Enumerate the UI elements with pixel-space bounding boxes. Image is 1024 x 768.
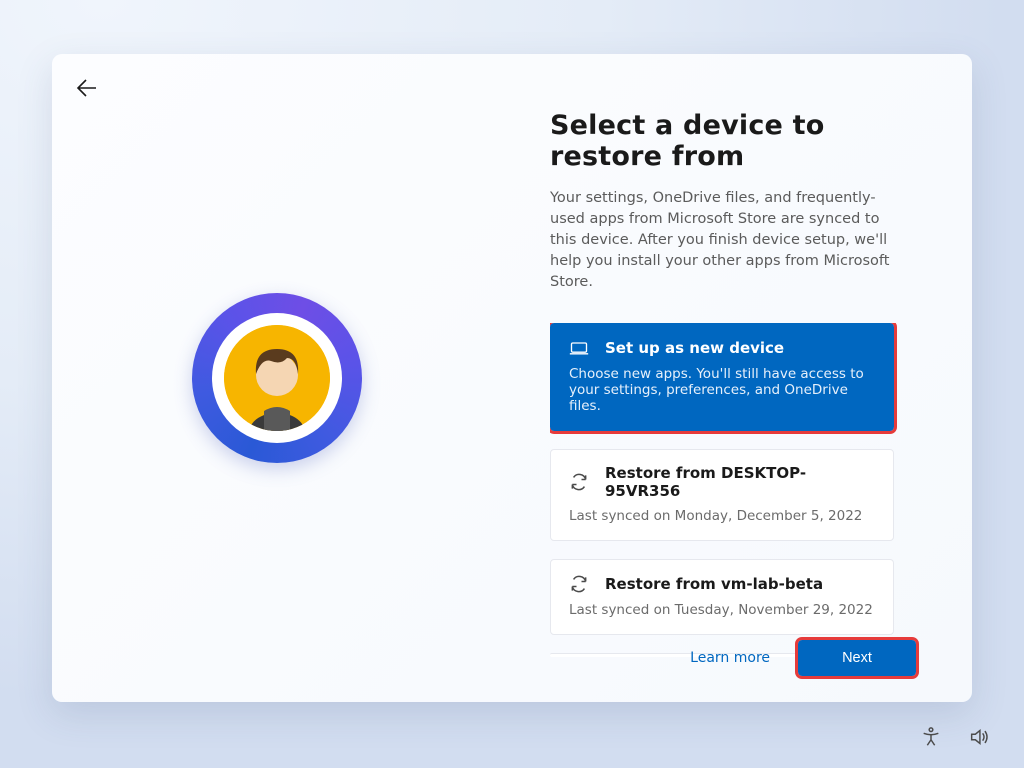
avatar-icon	[224, 325, 330, 431]
accessibility-icon[interactable]	[920, 726, 942, 748]
taskbar-icons	[920, 726, 990, 748]
content-pane: Select a device to restore from Your set…	[502, 54, 972, 702]
sync-icon	[569, 472, 589, 492]
option-subtitle: Last synced on Tuesday, November 29, 202…	[569, 602, 875, 618]
oobe-card: Select a device to restore from Your set…	[52, 54, 972, 702]
option-title: Set up as new device	[605, 339, 784, 357]
option-subtitle: Last synced on Monday, December 5, 2022	[569, 508, 875, 524]
device-icon	[569, 338, 589, 358]
option-subtitle: Choose new apps. You'll still have acces…	[569, 366, 875, 414]
next-button[interactable]: Next	[798, 640, 916, 676]
option-restore-vm[interactable]: Restore from vm-lab-beta Last synced on …	[550, 559, 894, 635]
volume-icon[interactable]	[968, 726, 990, 748]
option-title: Restore from DESKTOP-95VR356	[605, 464, 875, 500]
option-restore-desktop[interactable]: Restore from DESKTOP-95VR356 Last synced…	[550, 449, 894, 541]
avatar-ring	[192, 293, 362, 463]
page-subtitle: Your settings, OneDrive files, and frequ…	[550, 188, 890, 293]
footer: Learn more Next	[502, 640, 972, 676]
learn-more-link[interactable]: Learn more	[690, 650, 770, 666]
option-title: Restore from vm-lab-beta	[605, 575, 823, 593]
page-title: Select a device to restore from	[550, 110, 910, 172]
option-new-device[interactable]: Set up as new device Choose new apps. Yo…	[550, 323, 894, 431]
illustration-pane	[52, 54, 502, 702]
device-options-list[interactable]: Set up as new device Choose new apps. Yo…	[550, 323, 910, 659]
back-button[interactable]	[74, 76, 98, 100]
sync-icon	[569, 574, 589, 594]
